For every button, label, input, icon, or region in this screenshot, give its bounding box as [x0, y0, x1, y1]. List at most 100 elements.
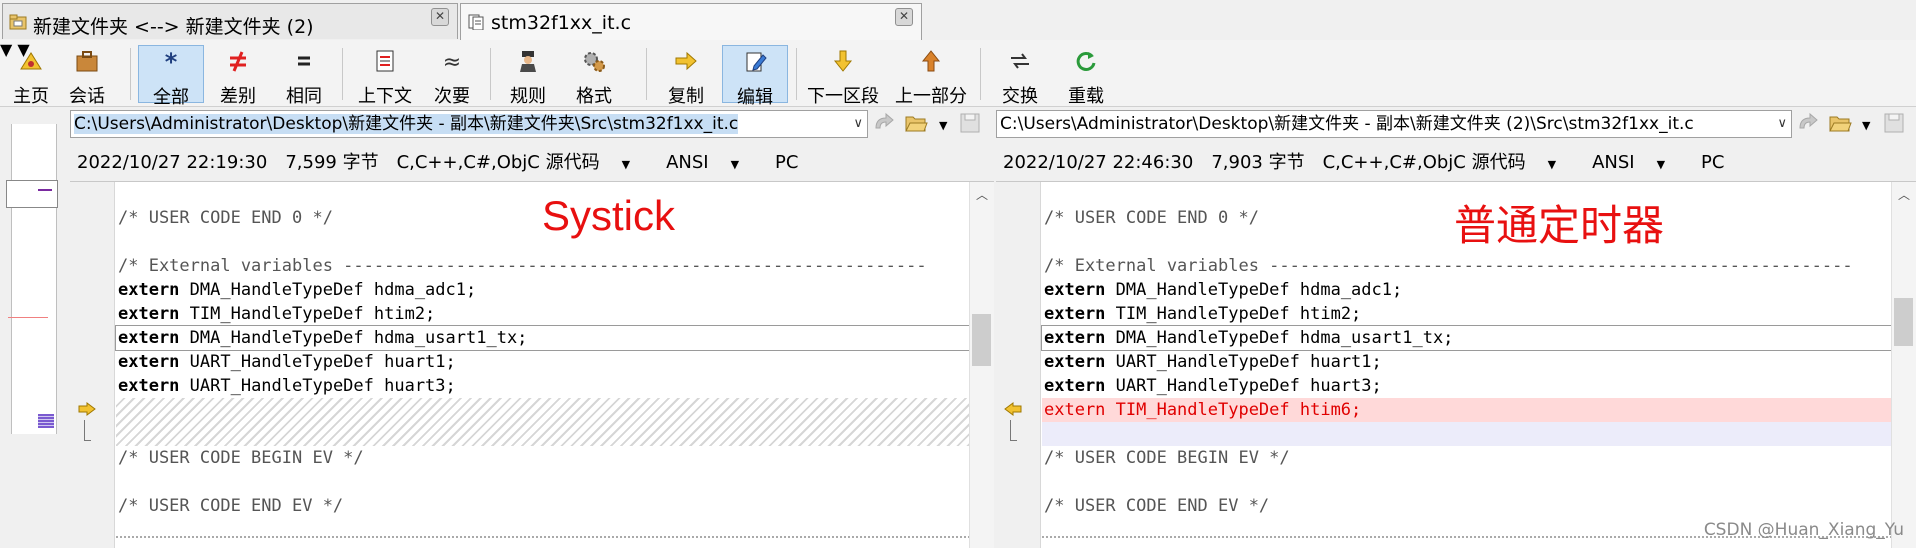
left-path-field[interactable]: C:\Users\Administrator\Desktop\新建文件夹 - 副… [70, 110, 868, 138]
separator [980, 48, 981, 100]
code-text: TIM_HandleTypeDef htim2; [1105, 304, 1362, 324]
session-label: 会话 [69, 86, 105, 107]
code-line-diff: extern TIM_HandleTypeDef htim6; [1042, 398, 1892, 422]
code-line: /* External variables ------------------… [118, 256, 927, 276]
right-path-text: C:\Users\Administrator\Desktop\新建文件夹 - 副… [1000, 114, 1694, 134]
swap-button[interactable]: 交换 [990, 45, 1050, 107]
right-format-select[interactable]: C,C++,C#,ObjC 源代码 ▼ [1323, 152, 1574, 173]
chevron-up-icon[interactable]: ︿ [1898, 186, 1910, 203]
close-icon[interactable]: ✕ [895, 8, 913, 26]
diff-bracket [1010, 420, 1017, 441]
map-diff-marker [8, 317, 48, 318]
tab-label: stm32f1xx_it.c [491, 12, 632, 34]
right-vertical-scrollbar[interactable]: ︿ [1891, 182, 1916, 548]
close-icon[interactable]: ✕ [431, 8, 449, 26]
separator [130, 48, 131, 100]
code-line: extern DMA_HandleTypeDef hdma_adc1; [1042, 278, 1892, 302]
copy-label: 复制 [668, 86, 704, 107]
reload-button[interactable]: 重载 [1056, 45, 1116, 107]
diffs-label: 差别 [220, 86, 256, 107]
right-format: C,C++,C#,ObjC 源代码 [1322, 152, 1526, 173]
scroll-thumb[interactable] [1894, 298, 1913, 346]
left-encoding: ANSI [666, 152, 709, 173]
chevron-down-icon[interactable]: ∨ [1777, 111, 1787, 137]
right-code: /* USER CODE END 0 */ /* External variab… [1041, 182, 1893, 548]
chevron-up-icon[interactable]: ︿ [976, 186, 988, 203]
missing-lines-placeholder [116, 398, 970, 446]
next-file-icon[interactable] [872, 112, 896, 134]
section-divider [116, 536, 970, 544]
code-text: DMA_HandleTypeDef hdma_adc1; [179, 280, 477, 300]
tab-label: 新建文件夹 <--> 新建文件夹 (2) [33, 16, 314, 38]
rules-button[interactable]: 规则 [500, 45, 556, 107]
keyword: extern [118, 328, 180, 348]
prev-section-label: 上一部分 [895, 86, 967, 107]
format-label: 格式 [576, 86, 612, 107]
chevron-down-icon[interactable]: ▼ [1862, 119, 1870, 132]
code-line: extern UART_HandleTypeDef huart3; [116, 374, 970, 398]
scroll-thumb[interactable] [972, 314, 991, 366]
right-file-info: 2022/10/27 22:46:30 7,903 字节 C,C++,C#,ObjC… [1003, 148, 1742, 174]
context-button[interactable]: 上下文 [352, 45, 418, 107]
edit-icon [746, 52, 767, 72]
left-format-select[interactable]: C,C++,C#,ObjC 源代码 ▼ [397, 152, 648, 173]
keyword: extern [118, 280, 180, 300]
edit-button[interactable]: 编辑 [722, 45, 788, 108]
code-text: DMA_HandleTypeDef hdma_usart1_tx; [1105, 328, 1454, 348]
right-size: 7,903 字节 [1211, 152, 1305, 173]
map-viewport[interactable] [6, 180, 58, 208]
save-icon[interactable] [1882, 112, 1906, 134]
right-datetime: 2022/10/27 22:46:30 [1003, 152, 1194, 173]
tab-file-compare[interactable]: stm32f1xx_it.c ✕ [460, 3, 922, 41]
code-line: extern UART_HandleTypeDef huart3; [1042, 374, 1892, 398]
arrow-left-icon[interactable] [1004, 402, 1022, 416]
next-section-button[interactable]: 下一区段 [802, 45, 884, 107]
home-icon [20, 52, 42, 70]
right-encoding: ANSI [1592, 152, 1635, 173]
tab-folder-compare[interactable]: 新建文件夹 <--> 新建文件夹 (2) ✕ [2, 3, 458, 39]
open-folder-icon[interactable] [904, 112, 928, 134]
map-diff-marker [38, 414, 54, 428]
overview-map[interactable] [6, 124, 58, 434]
left-datetime: 2022/10/27 22:19:30 [77, 152, 268, 173]
session-button[interactable]: 会话 [64, 45, 110, 107]
right-lineend: PC [1701, 152, 1725, 173]
right-encoding-select[interactable]: ANSI ▼ [1592, 152, 1683, 173]
arrow-right-icon[interactable] [78, 402, 96, 416]
right-path-field[interactable]: C:\Users\Administrator\Desktop\新建文件夹 - 副… [996, 110, 1792, 138]
left-code-pane[interactable]: /* USER CODE END 0 */ /* External variab… [70, 181, 994, 548]
not-equal-icon [230, 51, 246, 72]
swap-label: 交换 [1002, 86, 1038, 107]
code-text: DMA_HandleTypeDef hdma_usart1_tx; [179, 328, 528, 348]
svg-text:≈: ≈ [443, 50, 461, 73]
code-text: TIM_HandleTypeDef htim2; [179, 304, 436, 324]
code-text: UART_HandleTypeDef huart1; [179, 352, 456, 372]
all-button[interactable]: * 全部 [138, 45, 204, 108]
keyword: extern [1044, 352, 1106, 372]
chevron-down-icon[interactable]: ▼ [939, 119, 947, 132]
chevron-down-icon[interactable]: ∨ [853, 111, 863, 137]
keyword: extern [1044, 304, 1106, 324]
left-encoding-select[interactable]: ANSI ▼ [666, 152, 757, 173]
format-button[interactable]: 格式 [564, 45, 624, 107]
prev-section-button[interactable]: 上一部分 [890, 45, 972, 107]
map-diff-marker [38, 189, 52, 191]
home-button[interactable]: 主页 [4, 45, 58, 107]
left-path-text: C:\Users\Administrator\Desktop\新建文件夹 - 副… [74, 114, 739, 134]
save-icon[interactable] [958, 112, 982, 134]
code-text: DMA_HandleTypeDef hdma_adc1; [1105, 280, 1403, 300]
next-file-icon[interactable] [1796, 112, 1820, 134]
toolbar: 主页 会话 ▼ * 全部 差别 相同 上下文 ≈ 次要 规则 格式 ▼ 复制 编… [0, 40, 1916, 108]
home-label: 主页 [13, 86, 49, 107]
same-button[interactable]: 相同 [274, 45, 334, 107]
right-code-pane[interactable]: /* USER CODE END 0 */ /* External variab… [996, 181, 1916, 548]
left-vertical-scrollbar[interactable]: ︿ [969, 182, 994, 548]
open-folder-icon[interactable] [1828, 112, 1852, 134]
chevron-down-icon: ▼ [621, 158, 631, 171]
minor-button[interactable]: ≈ 次要 [424, 45, 480, 107]
chevron-down-icon: ▼ [1656, 158, 1666, 171]
copy-button[interactable]: 复制 [656, 45, 716, 107]
next-section-label: 下一区段 [807, 86, 879, 107]
diffs-button[interactable]: 差别 [208, 45, 268, 107]
code-line: /* USER CODE END EV */ [118, 496, 344, 516]
